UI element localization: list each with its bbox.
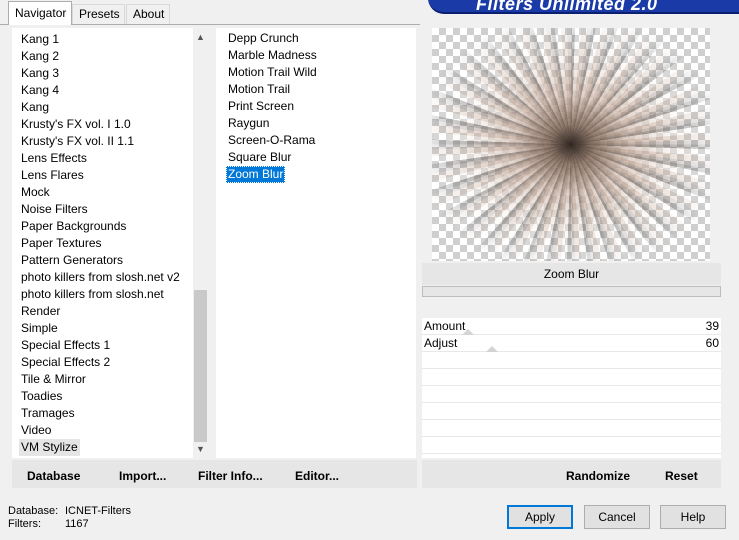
category-item[interactable]: Toadies [19,388,64,405]
category-item[interactable]: photo killers from slosh.net [19,286,166,303]
category-item[interactable]: Kang 2 [19,48,61,65]
editor-button[interactable]: Editor... [295,460,339,488]
param-amount-value: 39 [705,319,719,333]
param-empty-row [422,386,721,403]
parameter-panel: Amount 39 Adjust 60 [422,318,721,458]
cancel-button[interactable]: Cancel [584,505,650,529]
category-item[interactable]: Kang 4 [19,82,61,99]
param-adjust-value: 60 [705,336,719,350]
database-label: Database: [8,505,59,517]
scrollbar-thumb[interactable] [194,290,207,442]
category-item[interactable]: Video [19,422,53,439]
database-value: ICNET-Filters [65,505,131,517]
category-item[interactable]: Tramages [19,405,77,422]
right-button-bar: Randomize Reset [422,460,721,488]
category-item[interactable]: Krusty's FX vol. I 1.0 [19,116,133,133]
apply-button[interactable]: Apply [507,505,573,529]
banner-title: Filters Unlimited 2.0 [476,0,658,14]
chevron-up-icon[interactable]: ▲ [193,30,208,45]
category-item[interactable]: Special Effects 1 [19,337,112,354]
param-empty-row [422,369,721,386]
preview-image [432,28,710,261]
category-item[interactable]: Paper Backgrounds [19,218,128,235]
current-filter-name: Zoom Blur [422,263,721,285]
tab-strip: Navigator Presets About [0,0,430,25]
reset-button[interactable]: Reset [665,460,698,488]
zoom-blur-preview [432,28,710,261]
param-empty-row [422,420,721,437]
left-button-bar: Database Import... Filter Info... Editor… [12,460,417,488]
param-amount-row[interactable]: Amount 39 [422,318,721,335]
param-empty-row [422,352,721,369]
category-item[interactable]: Simple [19,320,60,337]
filter-item[interactable]: Depp Crunch [226,30,301,47]
category-item[interactable]: Noise Filters [19,201,90,218]
param-empty-row [422,403,721,420]
filter-item[interactable]: Square Blur [226,149,293,166]
tab-presets[interactable]: Presets [72,4,125,24]
category-scrollbar[interactable]: ▲ ▼ [193,28,208,458]
category-item[interactable]: VM Stylize [19,439,80,456]
category-item[interactable]: Kang 3 [19,65,61,82]
filter-info-button[interactable]: Filter Info... [198,460,263,488]
category-item[interactable]: Special Effects 2 [19,354,112,371]
param-adjust-row[interactable]: Adjust 60 [422,335,721,352]
category-item[interactable]: photo killers from slosh.net v2 [19,269,182,286]
filter-item[interactable]: Zoom Blur [226,166,286,183]
category-list[interactable]: Kang 1 Kang 2 Kang 3 Kang 4 Kang Krusty's FX … [12,28,208,458]
category-item[interactable]: Lens Flares [19,167,86,184]
param-empty-row [422,437,721,454]
filters-count: 1167 [65,518,89,530]
category-item[interactable]: Mock [19,184,52,201]
filter-item[interactable]: Motion Trail [226,81,292,98]
param-adjust-label: Adjust [424,336,458,350]
filters-unlimited-banner: Filters Unlimited 2.0 [428,0,739,14]
filter-item[interactable]: Motion Trail Wild [226,64,319,81]
tab-navigator[interactable]: Navigator [8,1,72,25]
category-item[interactable]: Krusty's FX vol. II 1.1 [19,133,136,150]
category-item[interactable]: Lens Effects [19,150,89,167]
filter-item[interactable]: Screen-O-Rama [226,132,317,149]
filter-item[interactable]: Print Screen [226,98,296,115]
category-item[interactable]: Paper Textures [19,235,104,252]
help-button[interactable]: Help [660,505,726,529]
category-item[interactable]: Render [19,303,62,320]
category-item[interactable]: Kang [19,99,51,116]
database-button[interactable]: Database [27,460,80,488]
category-item[interactable]: Kang 1 [19,31,61,48]
progress-bar [422,286,721,297]
category-item[interactable]: Tile & Mirror [19,371,88,388]
filter-item[interactable]: Marble Madness [226,47,319,64]
filters-label: Filters: [8,518,41,530]
category-item[interactable]: Pattern Generators [19,252,125,269]
param-amount-label: Amount [424,319,466,333]
import-button[interactable]: Import... [119,460,166,488]
filter-item[interactable]: Raygun [226,115,271,132]
filter-list[interactable]: Depp Crunch Marble Madness Motion Trail Wi… [216,28,416,458]
chevron-down-icon[interactable]: ▼ [193,442,208,457]
tab-about[interactable]: About [126,4,170,24]
randomize-button[interactable]: Randomize [566,460,630,488]
